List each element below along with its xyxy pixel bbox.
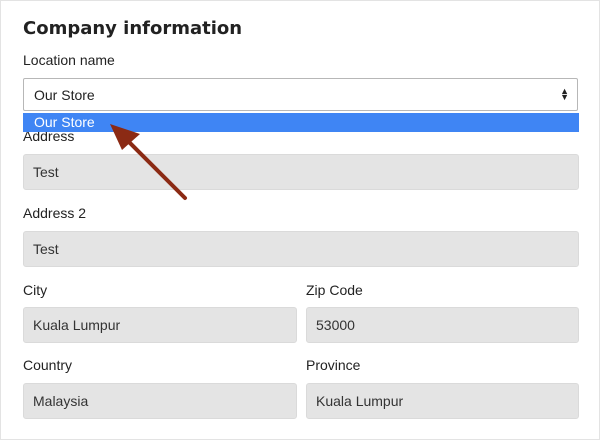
address-input[interactable]: Test [23, 154, 579, 190]
dropdown-option-our-store[interactable]: Our Store [23, 113, 579, 132]
zip-code-label: Zip Code [306, 282, 363, 298]
select-updown-icon: ▲ ▼ [560, 86, 569, 102]
location-name-selected-value: Our Store [34, 87, 95, 103]
province-label: Province [306, 357, 361, 373]
address-2-label: Address 2 [23, 205, 87, 221]
country-input[interactable]: Malaysia [23, 383, 297, 419]
country-label: Country [23, 357, 73, 373]
address-2-input[interactable]: Test [23, 231, 579, 267]
city-label: City [23, 282, 48, 298]
section-title: Company information [23, 18, 243, 39]
city-input[interactable]: Kuala Lumpur [23, 307, 297, 343]
location-name-select[interactable]: Our Store ▲ ▼ [23, 78, 578, 111]
zip-code-input[interactable]: 53000 [306, 307, 579, 343]
province-input[interactable]: Kuala Lumpur [306, 383, 579, 419]
location-name-label: Location name [23, 52, 115, 68]
